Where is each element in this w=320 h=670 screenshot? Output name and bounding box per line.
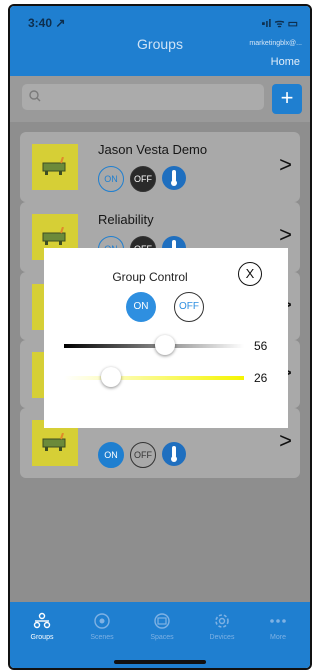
group-name: Jason Vesta Demo xyxy=(98,142,208,157)
chevron-right-icon[interactable]: > xyxy=(279,152,292,178)
home-link[interactable]: Home xyxy=(271,56,300,68)
lamp-icon xyxy=(42,433,66,451)
tab-label: Devices xyxy=(209,634,235,641)
color-temperature-slider-handle[interactable] xyxy=(100,367,121,387)
search-input[interactable] xyxy=(22,84,264,110)
spaces-icon xyxy=(154,613,170,629)
list-item[interactable]: Jason Vesta Demo ON OFF > xyxy=(20,132,300,202)
chevron-right-icon[interactable]: > xyxy=(279,428,292,454)
off-button[interactable]: OFF xyxy=(174,292,204,322)
brightness-slider-handle[interactable] xyxy=(154,335,175,355)
off-button[interactable]: OFF xyxy=(130,166,156,192)
search-icon xyxy=(29,90,41,102)
on-button[interactable]: ON xyxy=(98,442,124,468)
thermometer-icon[interactable] xyxy=(162,166,186,190)
color-temperature-value: 26 xyxy=(254,371,268,385)
group-thumbnail xyxy=(32,144,78,190)
tab-label: Groups xyxy=(30,634,54,641)
groups-icon xyxy=(33,612,51,629)
phone-screen: 3:40 ↗ ▪ıl ᯤ ▭ Groups marketingblx@... H… xyxy=(8,4,312,670)
off-button[interactable]: OFF xyxy=(130,442,156,468)
brightness-slider[interactable] xyxy=(64,335,244,355)
tab-spaces[interactable]: Spaces xyxy=(132,612,192,641)
on-button[interactable]: ON xyxy=(98,166,124,192)
lamp-icon xyxy=(42,157,66,175)
lamp-icon xyxy=(42,227,66,245)
scenes-icon xyxy=(94,613,110,629)
add-group-button[interactable]: + xyxy=(272,84,302,114)
tab-bar: Groups Scenes Spaces Devices More xyxy=(10,602,310,668)
dialog-title: Group Control xyxy=(112,270,188,284)
more-icon xyxy=(270,619,286,623)
nav-bar: 3:40 ↗ ▪ıl ᯤ ▭ Groups marketingblx@... H… xyxy=(10,6,310,76)
status-icons: ▪ıl ᯤ ▭ xyxy=(261,18,298,30)
tab-more[interactable]: More xyxy=(248,612,308,641)
on-button[interactable]: ON xyxy=(126,292,156,322)
brightness-value: 56 xyxy=(254,339,268,353)
search-row: + xyxy=(10,76,310,122)
account-label: marketingblx@... xyxy=(249,40,302,47)
status-time: 3:40 ↗ xyxy=(28,16,66,30)
tab-scenes[interactable]: Scenes xyxy=(72,612,132,641)
close-button[interactable]: X xyxy=(238,262,262,286)
devices-icon xyxy=(215,614,229,628)
tab-label: More xyxy=(270,634,286,641)
group-control-dialog: Group Control X ON OFF 56 26 xyxy=(44,248,288,428)
color-temperature-slider[interactable] xyxy=(64,367,244,387)
tab-label: Scenes xyxy=(90,634,114,641)
home-indicator xyxy=(114,660,206,664)
tab-groups[interactable]: Groups xyxy=(12,612,72,641)
thermometer-icon[interactable] xyxy=(162,442,186,466)
chevron-right-icon[interactable]: > xyxy=(279,222,292,248)
tab-label: Spaces xyxy=(150,634,174,641)
tab-devices[interactable]: Devices xyxy=(192,612,252,641)
group-name: Reliability xyxy=(98,212,154,227)
